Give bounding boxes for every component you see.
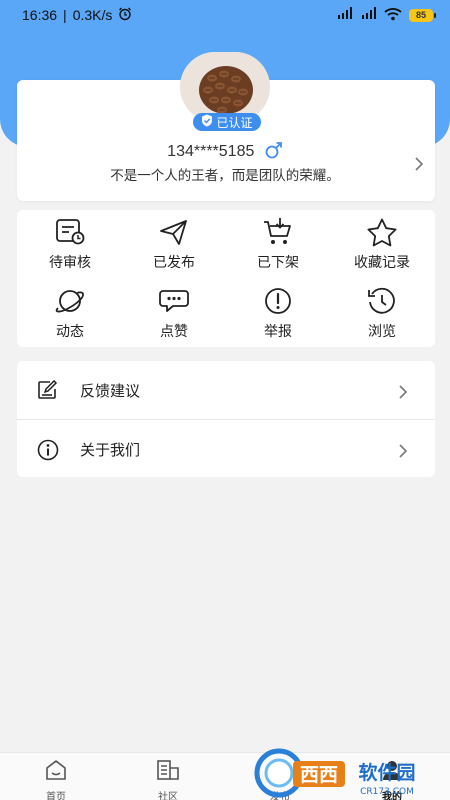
grid-item-pending[interactable]: 待审核 bbox=[25, 217, 115, 272]
alarm-icon bbox=[118, 7, 132, 24]
signal-icon bbox=[361, 7, 377, 23]
grid-item-delisted[interactable]: 已下架 bbox=[233, 217, 323, 272]
user-motto: 不是一个人的王者，而是团队的荣耀。 bbox=[110, 168, 340, 183]
nav-item-mine[interactable]: 我的 bbox=[362, 759, 422, 800]
bottom-nav: 首页 社区 发布 我的 bbox=[0, 752, 450, 800]
star-icon bbox=[365, 217, 399, 247]
edit-note-icon bbox=[37, 379, 59, 405]
grid-item-label: 浏览 bbox=[368, 323, 396, 339]
publish-icon bbox=[268, 759, 292, 786]
signal-hd-icon bbox=[336, 7, 354, 23]
exclamation-icon bbox=[261, 286, 295, 316]
menu-item-label: 关于我们 bbox=[80, 441, 141, 459]
grid-item-label: 举报 bbox=[264, 323, 292, 339]
grid-item-label: 已发布 bbox=[153, 254, 195, 270]
nav-item-publish[interactable]: 发布 bbox=[250, 759, 310, 800]
nav-label: 首页 bbox=[46, 792, 66, 800]
grid-item-label: 收藏记录 bbox=[354, 254, 410, 270]
status-separator: | bbox=[63, 7, 67, 23]
menu-item-about[interactable]: 关于我们 bbox=[17, 420, 435, 478]
chevron-right-icon[interactable] bbox=[414, 157, 424, 176]
status-network-speed: 0.3K/s bbox=[72, 7, 113, 23]
wifi-icon bbox=[384, 7, 402, 24]
chat-bubble-icon bbox=[157, 286, 191, 316]
shield-check-icon bbox=[201, 114, 213, 130]
home-icon bbox=[44, 759, 68, 786]
grid-item-report[interactable]: 举报 bbox=[233, 286, 323, 341]
status-bar: 16:36 | 0.3K/s 85 bbox=[0, 0, 450, 30]
profile-icon bbox=[380, 759, 404, 786]
nav-label: 发布 bbox=[270, 792, 290, 800]
info-icon bbox=[37, 439, 59, 466]
paper-plane-icon bbox=[157, 217, 191, 247]
planet-icon bbox=[53, 286, 87, 316]
battery-icon: 85 bbox=[409, 8, 436, 22]
verified-label: 已认证 bbox=[216, 115, 253, 130]
status-time: 16:36 bbox=[22, 7, 58, 23]
menu-list: 反馈建议 关于我们 bbox=[17, 361, 435, 477]
menu-item-label: 反馈建议 bbox=[80, 382, 141, 400]
pending-review-icon bbox=[53, 217, 87, 247]
nav-label: 我的 bbox=[382, 792, 402, 800]
community-icon bbox=[156, 759, 180, 786]
male-icon bbox=[265, 141, 283, 164]
nav-item-community[interactable]: 社区 bbox=[138, 759, 198, 800]
grid-item-history[interactable]: 浏览 bbox=[337, 286, 427, 341]
grid-item-likes[interactable]: 点赞 bbox=[129, 286, 219, 341]
grid-item-published[interactable]: 已发布 bbox=[129, 217, 219, 272]
history-icon bbox=[365, 286, 399, 316]
user-phone: 134****5185 bbox=[167, 143, 255, 160]
function-grid: 待审核 已发布 已下架 收藏记录 动态 点赞 举报 浏览 bbox=[17, 210, 435, 347]
chevron-right-icon bbox=[398, 385, 408, 404]
nav-item-home[interactable]: 首页 bbox=[26, 759, 86, 800]
user-phone-row: 134****5185 bbox=[0, 141, 450, 164]
grid-item-label: 动态 bbox=[56, 323, 84, 339]
grid-item-favorites[interactable]: 收藏记录 bbox=[337, 217, 427, 272]
grid-item-moments[interactable]: 动态 bbox=[25, 286, 115, 341]
battery-level: 85 bbox=[409, 8, 433, 22]
menu-item-feedback[interactable]: 反馈建议 bbox=[17, 361, 435, 419]
verified-badge: 已认证 bbox=[193, 113, 261, 131]
grid-item-label: 点赞 bbox=[160, 323, 188, 339]
grid-item-label: 已下架 bbox=[257, 254, 299, 270]
grid-item-label: 待审核 bbox=[49, 254, 91, 270]
nav-label: 社区 bbox=[158, 792, 178, 800]
coffee-beans-avatar-icon bbox=[180, 52, 270, 122]
cart-download-icon bbox=[261, 217, 295, 247]
chevron-right-icon bbox=[398, 444, 408, 463]
